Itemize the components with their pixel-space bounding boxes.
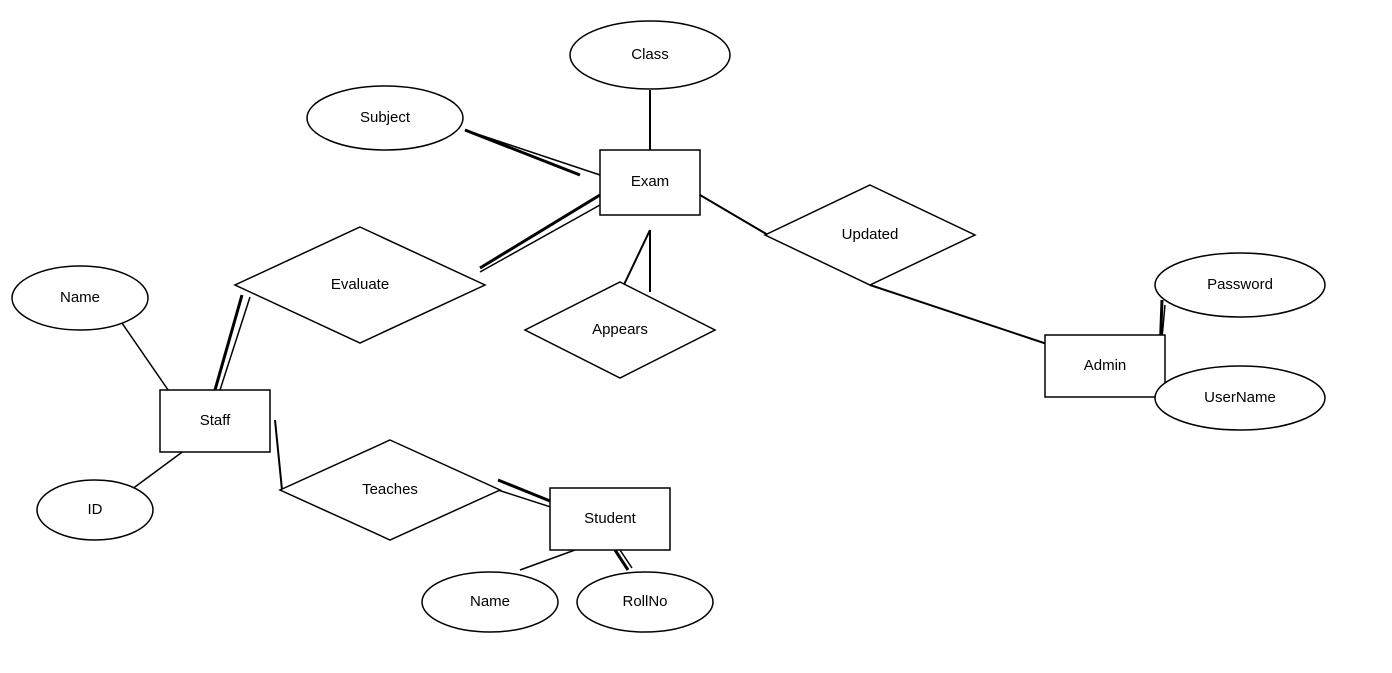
entity-staff-label: Staff <box>200 412 231 429</box>
line-student-name <box>520 550 575 570</box>
line-exam-eval-1 <box>480 195 600 268</box>
line-subject-exam-2 <box>465 130 600 175</box>
rel-appears-label: Appears <box>592 321 648 338</box>
attr-name-student-label: Name <box>470 593 510 610</box>
entity-admin-label: Admin <box>1084 357 1127 374</box>
rel-teaches-label: Teaches <box>362 481 418 498</box>
line-exam-updated <box>700 195 768 235</box>
entity-student-label: Student <box>584 510 637 527</box>
line-staff-teaches <box>275 420 282 490</box>
line-subject-exam-1 <box>465 130 580 175</box>
attr-class-label: Class <box>631 46 669 63</box>
rel-updated-label: Updated <box>842 226 899 243</box>
line-exam-eval-2 <box>480 205 600 272</box>
attr-username-admin-label: UserName <box>1204 389 1276 406</box>
er-diagram: Exam Staff Student Admin Class Subject N… <box>0 0 1392 668</box>
line-eval-staff-2 <box>220 297 250 390</box>
attr-rollno-student-label: RollNo <box>622 593 667 610</box>
attr-name-staff-label: Name <box>60 289 100 306</box>
attr-password-admin-label: Password <box>1207 276 1273 293</box>
rel-evaluate-label: Evaluate <box>331 276 389 293</box>
line-updated-admin <box>870 285 1050 345</box>
attr-subject-label: Subject <box>360 109 411 126</box>
line-eval-staff-1 <box>215 295 242 390</box>
entity-exam-label: Exam <box>631 173 669 190</box>
attr-id-staff-label: ID <box>88 501 103 518</box>
